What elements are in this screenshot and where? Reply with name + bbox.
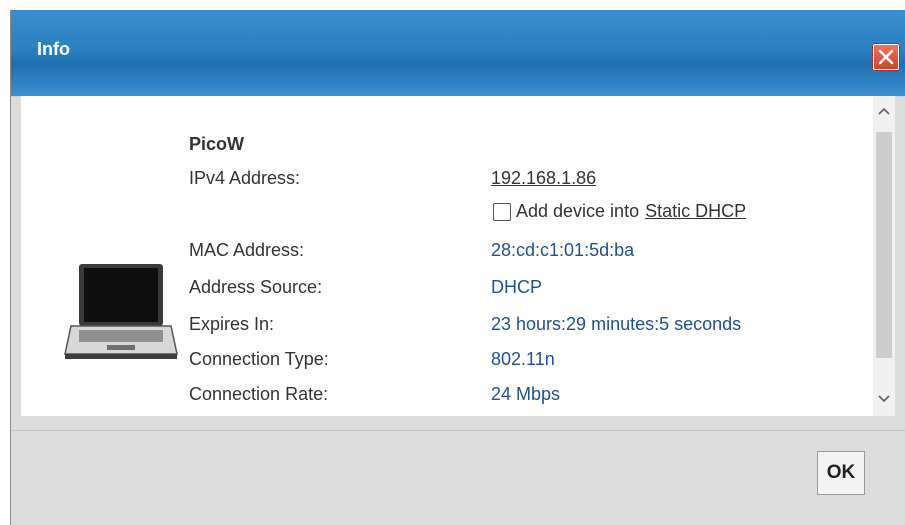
static-dhcp-label: Add device into xyxy=(516,201,640,221)
static-dhcp-link[interactable]: Static DHCP xyxy=(645,201,746,222)
dialog-title: Info xyxy=(37,39,70,59)
close-button[interactable] xyxy=(873,44,899,70)
ipv4-label: IPv4 Address: xyxy=(189,168,301,188)
device-name: PicoW xyxy=(189,134,245,154)
laptop-icon xyxy=(61,256,181,371)
ok-button[interactable]: OK xyxy=(817,451,865,495)
info-dialog: Info PicoW IPv4 Address: 192.168.1.86 Ad… xyxy=(10,10,905,525)
vertical-scrollbar[interactable] xyxy=(873,96,895,416)
address-source-label: Address Source: xyxy=(189,277,323,297)
expires-value: 23 hours:29 minutes:5 seconds xyxy=(491,314,742,334)
connection-rate-value: 24 Mbps xyxy=(491,384,561,404)
dialog-title-bar: Info xyxy=(11,10,905,97)
ipv4-address-link[interactable]: 192.168.1.86 xyxy=(491,168,596,189)
static-dhcp-checkbox[interactable] xyxy=(493,202,511,221)
static-dhcp-row: Add device into Static DHCP xyxy=(491,201,746,222)
info-content: PicoW IPv4 Address: 192.168.1.86 Add dev… xyxy=(21,96,895,416)
connection-rate-label: Connection Rate: xyxy=(189,384,329,404)
connection-type-label: Connection Type: xyxy=(189,349,329,369)
close-icon xyxy=(878,49,894,65)
scrollbar-thumb[interactable] xyxy=(876,132,892,358)
footer-divider xyxy=(11,430,905,431)
expires-label: Expires In: xyxy=(189,314,275,334)
mac-label: MAC Address: xyxy=(189,240,305,260)
chevron-up-icon[interactable] xyxy=(873,100,895,122)
connection-type-value: 802.11n xyxy=(491,349,555,369)
address-source-value: DHCP xyxy=(491,277,543,297)
chevron-down-icon[interactable] xyxy=(873,388,895,410)
mac-value: 28:cd:c1:01:5d:ba xyxy=(491,240,635,260)
